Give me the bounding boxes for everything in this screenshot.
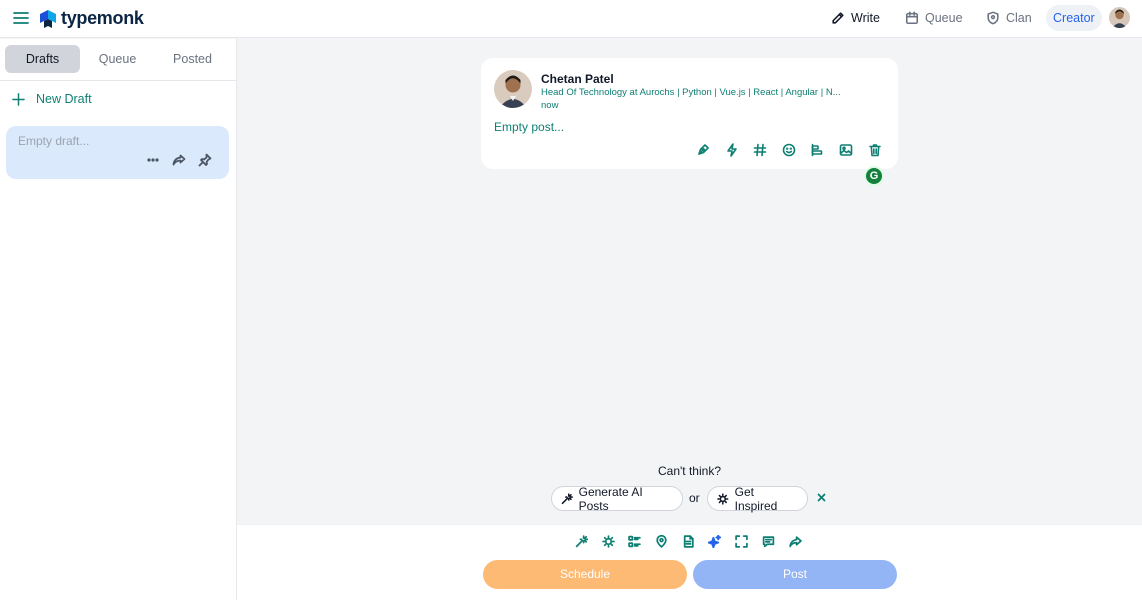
new-draft-button[interactable]: New Draft <box>12 92 92 106</box>
post-timestamp: now <box>541 100 559 111</box>
share-icon[interactable] <box>172 153 186 167</box>
nav-clan-label: Clan <box>1006 11 1032 25</box>
image-icon[interactable] <box>839 143 853 157</box>
generate-ai-posts-label: Generate AI Posts <box>578 484 643 513</box>
author-name: Chetan Patel <box>541 72 614 86</box>
sparkle-icon[interactable] <box>708 535 722 548</box>
nav-write-label: Write <box>851 11 880 25</box>
draft-preview-text: Empty draft... <box>18 134 90 148</box>
sidebar-tabs: Drafts Queue Posted <box>5 45 232 73</box>
author-avatar <box>494 70 532 108</box>
nav-queue-label: Queue <box>925 11 963 25</box>
composer-bar: Schedule Post <box>237 524 1142 600</box>
post-button[interactable]: Post <box>693 560 897 589</box>
hashtag-icon[interactable] <box>753 143 767 157</box>
user-avatar[interactable] <box>1109 7 1130 28</box>
list-icon[interactable] <box>628 535 642 548</box>
location-icon[interactable] <box>655 535 668 548</box>
tab-posted[interactable]: Posted <box>155 45 230 73</box>
tab-drafts[interactable]: Drafts <box>5 45 80 73</box>
more-options-icon[interactable] <box>146 153 160 167</box>
trash-icon[interactable] <box>868 143 882 157</box>
document-icon[interactable] <box>682 535 695 548</box>
calendar-icon <box>905 11 919 25</box>
emoji-icon[interactable] <box>782 143 796 157</box>
get-inspired-label: Get Inspired <box>734 484 778 513</box>
schedule-button[interactable]: Schedule <box>483 560 687 589</box>
tab-queue[interactable]: Queue <box>80 45 155 73</box>
comment-icon[interactable] <box>762 535 775 548</box>
nav-write[interactable]: Write <box>831 5 880 31</box>
typemonk-logo-icon <box>40 9 56 28</box>
write-with-ai-icon[interactable] <box>696 143 710 157</box>
draft-item[interactable]: Empty draft... <box>6 126 229 179</box>
brand-logo[interactable]: typemonk <box>39 8 144 29</box>
plus-icon <box>12 92 25 106</box>
get-inspired-button[interactable]: Get Inspired <box>707 484 808 513</box>
idea-icon <box>717 492 729 505</box>
menu-icon[interactable] <box>12 9 30 27</box>
nav-queue[interactable]: Queue <box>905 5 963 31</box>
pencil-icon <box>832 12 844 24</box>
nav-creator[interactable]: Creator <box>1046 5 1102 31</box>
share-icon[interactable] <box>788 535 802 548</box>
top-bar: typemonk Write Queue Clan Creator <box>0 0 1142 38</box>
expand-icon[interactable] <box>735 535 748 548</box>
nav-creator-label: Creator <box>1053 11 1095 25</box>
sidebar: Drafts Queue Posted New Draft Empty draf… <box>0 39 237 600</box>
pin-icon[interactable] <box>198 153 212 167</box>
post-body-text[interactable]: Empty post... <box>494 120 564 134</box>
post-preview-card: Chetan Patel Head Of Technology at Auroc… <box>481 58 898 169</box>
author-headline: Head Of Technology at Aurochs | Python |… <box>541 87 841 98</box>
generate-ai-posts-button[interactable]: Generate AI Posts <box>551 484 683 513</box>
magic-wand-icon[interactable] <box>575 535 588 548</box>
format-icon[interactable] <box>810 143 824 157</box>
close-icon[interactable] <box>815 491 828 504</box>
shield-icon <box>987 11 999 25</box>
idea-icon[interactable] <box>601 535 615 548</box>
divider <box>0 80 236 81</box>
post-toolbar <box>696 143 882 157</box>
or-separator: or <box>689 491 700 505</box>
nav-clan[interactable]: Clan <box>986 5 1032 31</box>
new-draft-label: New Draft <box>36 92 92 106</box>
magic-wand-icon <box>561 492 573 504</box>
composer-toolbar <box>575 535 802 548</box>
suggestion-prompt: Can't think? <box>658 464 721 478</box>
brand-name: typemonk <box>61 8 144 28</box>
grammarly-icon[interactable]: G <box>864 166 884 186</box>
draft-actions <box>146 153 212 167</box>
lightning-icon[interactable] <box>725 143 739 157</box>
